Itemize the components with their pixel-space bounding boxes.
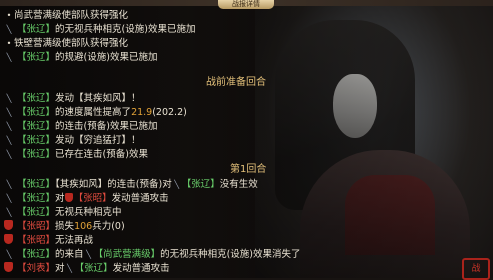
enemy-name[interactable]: 【张昭】 <box>74 193 112 204</box>
log-line: 【刘表】对 ╲ 【张辽】发动普通攻击 <box>4 262 170 275</box>
log-line: ╲ 【张辽】的规避(设施)效果已施加 <box>4 51 158 64</box>
shield-icon <box>64 193 73 202</box>
log-line: ╲ 【张辽】【其疾如风】的连击(预备)对 ╲ 【张辽】没有生效 <box>4 178 258 191</box>
source-name[interactable]: 【尚武营满级】 <box>94 249 161 260</box>
sword-icon: ╲ <box>6 25 12 34</box>
sword-icon: ╲ <box>6 194 12 203</box>
sword-icon: ╲ <box>6 250 12 259</box>
battle-log[interactable]: • 尚武营满级使部队获得强化 ╲ 【张辽】的无视兵种相克(设施)效果已施加 • 铁壁… <box>0 0 330 278</box>
sword-icon: ╲ <box>6 122 12 131</box>
sword-icon: ╲ <box>86 250 91 259</box>
bullet-icon: • <box>6 11 12 20</box>
ally-name[interactable]: 【张辽】 <box>17 249 55 260</box>
round-header-prepare: 战前准备回合 <box>206 77 266 88</box>
loss-value: 106 <box>74 221 93 232</box>
log-line: ╲ 【张辽】无视兵种相克中 <box>4 206 122 219</box>
enemy-name[interactable]: 【张昭】 <box>17 221 55 232</box>
bullet-icon: • <box>6 39 12 48</box>
log-line: ╲ 【张辽】的连击(预备)效果已施加 <box>4 120 158 133</box>
ally-name[interactable]: 【张辽】 <box>182 179 220 190</box>
log-line: ╲ 【张辽】的速度属性提高了21.9(202.2) <box>4 106 187 119</box>
log-line: 【张昭】无法再战 <box>4 234 93 247</box>
ally-name[interactable]: 【张辽】 <box>17 93 55 104</box>
log-line: ╲ 【张辽】的来自 ╲ 【尚武营满级】的无视兵种相克(设施)效果消失了 <box>4 248 301 261</box>
shield-icon <box>4 234 13 244</box>
ally-name[interactable]: 【张辽】 <box>17 179 55 190</box>
log-line: 【张昭】损失106兵力(0) <box>4 220 125 233</box>
ally-name[interactable]: 【张辽】 <box>17 107 55 118</box>
ally-name[interactable]: 【张辽】 <box>75 263 113 274</box>
shield-icon <box>4 262 13 272</box>
log-line: • 尚武营满级使部队获得强化 <box>4 9 128 22</box>
ally-name[interactable]: 【张辽】 <box>17 149 55 160</box>
log-line: ╲ 【张辽】发动【其疾如风】！ <box>4 92 141 105</box>
sword-icon: ╲ <box>6 150 12 159</box>
enemy-name[interactable]: 【张昭】 <box>17 235 55 246</box>
log-line: ╲ 【张辽】对 【张昭】发动普通攻击 <box>4 192 169 205</box>
sword-icon: ╲ <box>174 180 180 189</box>
sword-icon: ╲ <box>6 94 12 103</box>
enemy-name[interactable]: 【刘表】 <box>17 263 55 274</box>
log-line: ╲ 【张辽】发动【穷追猛打】！ <box>4 134 141 147</box>
log-line: • 铁壁营满级使部队获得强化 <box>4 37 128 50</box>
sword-icon: ╲ <box>67 264 72 273</box>
seal-stamp: 战 <box>462 258 490 280</box>
ally-name[interactable]: 【张辽】 <box>17 207 55 218</box>
stat-value: 21.9 <box>131 107 153 118</box>
log-line: ╲ 【张辽】的无视兵种相克(设施)效果已施加 <box>4 23 196 36</box>
sword-icon: ╲ <box>6 136 12 145</box>
sword-icon: ╲ <box>6 53 12 62</box>
shield-icon <box>4 220 13 230</box>
ally-name[interactable]: 【张辽】 <box>17 135 55 146</box>
round-header-1: 第1回合 <box>230 164 267 175</box>
sword-icon: ╲ <box>6 180 12 189</box>
ally-name[interactable]: 【张辽】 <box>17 193 55 204</box>
ally-name[interactable]: 【张辽】 <box>17 24 55 35</box>
sword-icon: ╲ <box>6 208 12 217</box>
ally-name[interactable]: 【张辽】 <box>17 52 55 63</box>
sword-icon: ╲ <box>6 108 12 117</box>
log-line: ╲ 【张辽】已存在连击(预备)效果 <box>4 148 148 161</box>
ally-name[interactable]: 【张辽】 <box>17 121 55 132</box>
